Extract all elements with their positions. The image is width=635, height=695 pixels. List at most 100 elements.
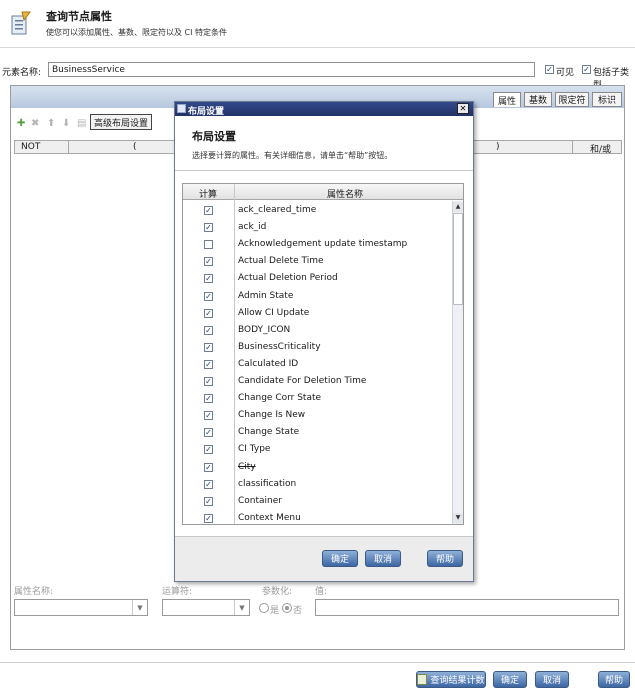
visible-label: 可见 xyxy=(556,68,575,78)
attribute-name: Actual Delete Time xyxy=(238,256,324,267)
attribute-row[interactable]: ✓ Container xyxy=(183,493,451,510)
attribute-table-header xyxy=(183,184,463,200)
visible-checkbox[interactable]: ✓ xyxy=(545,65,554,74)
calc-checkbox[interactable]: ✓ xyxy=(204,394,213,404)
calc-results-button[interactable]: 查询结果计数 xyxy=(416,671,486,688)
attribute-row[interactable]: ✓ Change State xyxy=(183,424,451,441)
calc-checkbox[interactable]: ✓ xyxy=(204,325,213,335)
element-name-label: 元素名称: xyxy=(2,68,42,78)
scroll-down-arrow[interactable]: ▼ xyxy=(453,513,463,523)
attribute-row[interactable]: ✓ ack_cleared_time xyxy=(183,202,451,219)
dialog-divider xyxy=(175,170,473,171)
attribute-row[interactable]: ✓ Allow CI Update xyxy=(183,305,451,322)
col-and-or: 和/或 xyxy=(590,145,612,155)
attribute-row[interactable]: ✓ BODY_ICON xyxy=(183,322,451,339)
yes-radio[interactable] xyxy=(259,603,269,613)
calc-checkbox[interactable]: ✓ xyxy=(204,274,213,284)
page-subtitle: 使您可以添加属性、基数、限定符以及 CI 特定条件 xyxy=(46,28,228,37)
calc-checkbox[interactable] xyxy=(204,240,213,250)
calc-checkbox[interactable]: ✓ xyxy=(204,428,213,438)
attribute-row[interactable]: ✓ City xyxy=(183,459,451,476)
col-attr-name: 属性名称 xyxy=(327,190,364,200)
delete-icon[interactable]: ✖ xyxy=(31,118,39,129)
copy-icon[interactable]: ▤ xyxy=(77,118,86,129)
scroll-up-arrow[interactable]: ▲ xyxy=(453,202,463,212)
calc-checkbox[interactable]: ✓ xyxy=(204,257,213,267)
attribute-name: City xyxy=(238,461,256,472)
value-label: 值: xyxy=(315,587,328,597)
parameterize-label: 参数化: xyxy=(262,587,293,597)
attribute-row[interactable]: ✓ Calculated ID xyxy=(183,356,451,373)
page-title: 查询节点属性 xyxy=(46,10,112,23)
scroll-thumb[interactable] xyxy=(453,213,463,305)
attribute-row[interactable]: ✓ ack_id xyxy=(183,219,451,236)
attribute-name: Container xyxy=(238,495,282,506)
attribute-row[interactable]: ✓ CI Type xyxy=(183,441,451,458)
calc-checkbox[interactable]: ✓ xyxy=(204,223,213,233)
calc-icon xyxy=(417,674,428,685)
col-not: NOT xyxy=(21,142,41,152)
move-up-icon[interactable]: ⬆ xyxy=(47,118,55,129)
attribute-row[interactable]: ✓ Actual Deletion Period xyxy=(183,270,451,287)
calc-checkbox[interactable]: ✓ xyxy=(204,445,213,455)
calc-checkbox[interactable]: ✓ xyxy=(204,291,213,301)
calc-checkbox[interactable]: ✓ xyxy=(204,479,213,489)
add-icon[interactable]: ✚ xyxy=(17,118,25,129)
attribute-name: Change State xyxy=(238,427,300,438)
no-label: 否 xyxy=(293,606,303,616)
attribute-name: Candidate For Deletion Time xyxy=(238,376,367,386)
calc-checkbox[interactable]: ✓ xyxy=(204,342,213,352)
element-name-input[interactable]: BusinessService xyxy=(48,62,535,77)
attribute-name: Calculated ID xyxy=(238,358,299,369)
attribute-name: BusinessCriticality xyxy=(238,341,321,352)
attribute-name: ack_id xyxy=(238,222,267,233)
close-icon[interactable]: ✕ xyxy=(457,103,469,114)
calc-checkbox[interactable]: ✓ xyxy=(204,513,213,523)
footer-help-button[interactable]: 帮助 xyxy=(598,671,630,688)
calc-checkbox[interactable]: ✓ xyxy=(204,359,213,369)
attribute-name: Admin State xyxy=(238,290,294,301)
dialog-help-button[interactable]: 帮助 xyxy=(427,550,463,567)
yes-label: 是 xyxy=(270,606,280,616)
tab-qualifiers[interactable]: 限定符 xyxy=(555,92,589,107)
move-down-icon[interactable]: ⬇ xyxy=(62,118,70,129)
col-open-paren: ( xyxy=(133,142,137,152)
attribute-row[interactable]: ✓ Context Menu xyxy=(183,510,451,527)
attribute-name-label: 属性名称: xyxy=(14,587,54,597)
attribute-row[interactable]: ✓ Actual Delete Time xyxy=(183,253,451,270)
calc-checkbox[interactable]: ✓ xyxy=(204,496,213,506)
attribute-name-select[interactable]: ▼ xyxy=(14,599,148,616)
attribute-row[interactable]: ✓ classification xyxy=(183,476,451,493)
advanced-layout-button[interactable]: 高级布局设置 xyxy=(90,114,152,130)
no-radio[interactable] xyxy=(282,603,292,613)
attribute-row[interactable]: Acknowledgement update timestamp xyxy=(183,236,451,253)
dialog-ok-button[interactable]: 确定 xyxy=(322,550,358,567)
calc-checkbox[interactable]: ✓ xyxy=(204,206,213,215)
attribute-name: Acknowledgement update timestamp xyxy=(238,239,408,250)
footer-cancel-button[interactable]: 取消 xyxy=(535,671,569,688)
value-input[interactable] xyxy=(315,599,619,616)
attribute-row[interactable]: ✓ Admin State xyxy=(183,288,451,305)
tab-cardinality[interactable]: 基数 xyxy=(524,92,552,107)
tab-attributes[interactable]: 属性 xyxy=(493,92,521,107)
tab-identity[interactable]: 标识 xyxy=(592,92,622,107)
query-node-icon xyxy=(10,10,32,36)
calc-checkbox[interactable]: ✓ xyxy=(204,411,213,421)
footer-divider xyxy=(0,662,635,663)
dialog-icon xyxy=(177,104,186,113)
attribute-name: Allow CI Update xyxy=(238,307,310,318)
calc-checkbox[interactable]: ✓ xyxy=(204,308,213,318)
attribute-name: CI Type xyxy=(238,444,271,455)
chevron-down-icon: ▼ xyxy=(132,600,147,615)
attribute-row[interactable]: ✓ Change Corr State xyxy=(183,390,451,407)
attribute-row[interactable]: ✓ BusinessCriticality xyxy=(183,339,451,356)
attribute-name: BODY_ICON xyxy=(238,324,291,335)
dialog-cancel-button[interactable]: 取消 xyxy=(365,550,401,567)
calc-checkbox[interactable]: ✓ xyxy=(204,377,213,386)
footer-ok-button[interactable]: 确定 xyxy=(493,671,527,688)
operator-select[interactable]: ▼ xyxy=(162,599,250,616)
calc-checkbox[interactable]: ✓ xyxy=(204,462,213,472)
attribute-row[interactable]: ✓ Change Is New xyxy=(183,407,451,424)
include-subtypes-checkbox[interactable]: ✓ xyxy=(582,65,591,74)
attribute-row[interactable]: ✓ Candidate For Deletion Time xyxy=(183,373,451,390)
